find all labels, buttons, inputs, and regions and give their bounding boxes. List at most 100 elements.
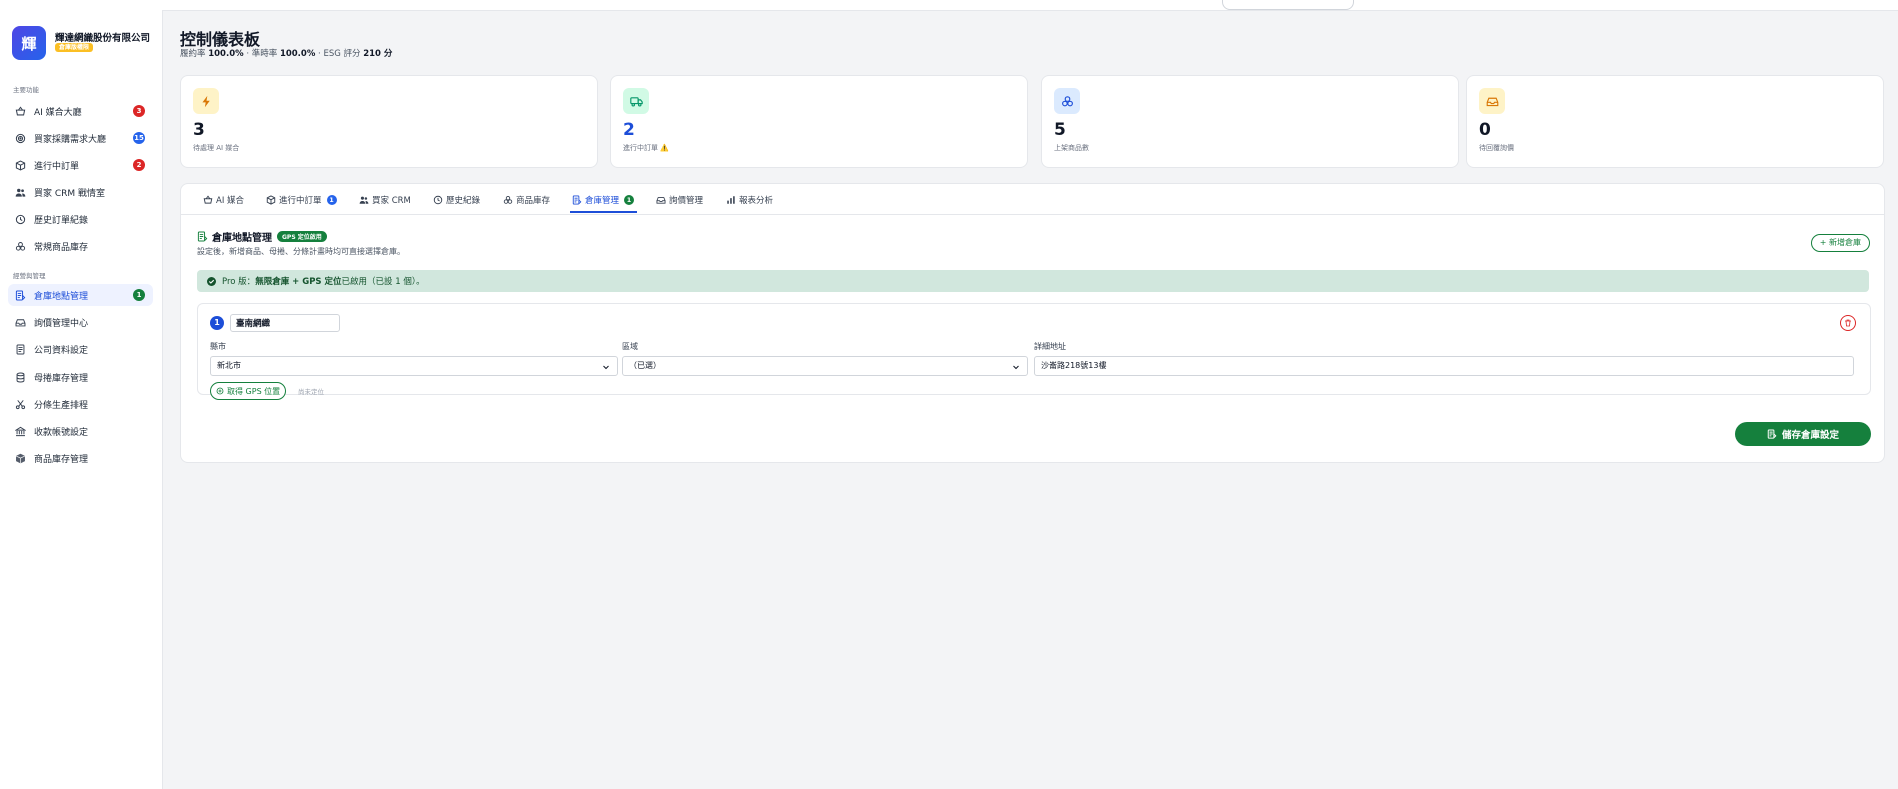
count-badge: 3 xyxy=(133,105,145,117)
stat-card-inquiries[interactable]: 0 待回覆詢價 xyxy=(1466,75,1884,168)
sidebar-item-label: AI 媒合大廳 xyxy=(34,107,82,118)
district-value: （已選） xyxy=(629,361,661,370)
sidebar-item-slitting[interactable]: 分條生產排程 xyxy=(8,393,153,415)
stat-value: 0 xyxy=(1479,120,1491,140)
main-panel: AI 媒合 進行中訂單 1 買家 CRM 歷史紀錄 商品庫存 倉庫管理 1 詢價… xyxy=(180,183,1885,463)
stat-label: 上架商品數 xyxy=(1054,144,1089,152)
sidebar-item-label: 進行中訂單 xyxy=(34,161,80,172)
tab-badge: 1 xyxy=(326,195,337,205)
city-label: 縣市 xyxy=(210,342,226,351)
brand[interactable]: 輝 輝達網織股份有限公司 倉庫版權限 xyxy=(12,26,160,62)
crosshair-icon xyxy=(216,387,224,395)
section-description: 設定後，新增商品、母捲、分條計畫時均可直接選擇倉庫。 xyxy=(197,247,405,256)
tab-label: 買家 CRM xyxy=(372,196,411,206)
delete-warehouse-button[interactable] xyxy=(1840,315,1856,331)
inbox-icon xyxy=(14,316,26,328)
bolt-icon xyxy=(193,88,219,114)
tab-history[interactable]: 歷史紀錄 xyxy=(433,193,480,207)
tab-label: 進行中訂單 xyxy=(279,196,322,206)
sidebar-item-product-stock[interactable]: 商品庫存管理 xyxy=(8,447,153,469)
sidebar-item-active-orders[interactable]: 進行中訂單 2 xyxy=(8,154,153,176)
sidebar-item-regular-stock[interactable]: 常規商品庫存 xyxy=(8,235,153,257)
building-doc-icon xyxy=(14,343,26,355)
stat-label: 待回覆詢價 xyxy=(1479,144,1514,152)
city-select[interactable]: 新北市 xyxy=(210,356,618,376)
sidebar-item-label: 常規商品庫存 xyxy=(34,242,89,253)
chevron-down-icon xyxy=(603,365,609,370)
district-label: 區域 xyxy=(622,342,638,351)
sidebar-item-warehouse[interactable]: 倉庫地點管理 1 xyxy=(8,284,153,306)
stat-card-orders[interactable]: 2 進行中訂單 ⚠️ xyxy=(610,75,1028,168)
warehouse-doc-icon xyxy=(572,195,582,205)
sidebar-item-parent-roll[interactable]: 母捲庫存管理 xyxy=(8,366,153,388)
tab-label: 報表分析 xyxy=(739,196,774,206)
address-input[interactable]: 沙崙路218號13樓 xyxy=(1034,356,1854,376)
stat-card-ai-match[interactable]: 3 待處理 AI 媒合 xyxy=(180,75,598,168)
save-doc-icon xyxy=(1767,429,1777,439)
sidebar-item-history[interactable]: 歷史訂單紀錄 xyxy=(8,208,153,230)
tab-inquiry[interactable]: 詢價管理 xyxy=(656,193,703,207)
sidebar-item-ai-match[interactable]: AI 媒合大廳 3 xyxy=(8,100,153,122)
stat-value: 2 xyxy=(623,120,635,140)
tab-ai-match[interactable]: AI 媒合 xyxy=(203,193,244,207)
tab-badge: 1 xyxy=(624,195,635,205)
gps-badge: GPS 定位啟用 xyxy=(277,231,327,242)
tab-label: 商品庫存 xyxy=(516,196,551,206)
tab-warehouse[interactable]: 倉庫管理 1 xyxy=(572,193,635,207)
tab-label: 倉庫管理 xyxy=(585,196,620,206)
stat-card-products[interactable]: 5 上架商品數 xyxy=(1041,75,1459,168)
tab-label: 歷史紀錄 xyxy=(446,196,481,206)
ontime-label: · 準時率 xyxy=(246,49,278,59)
tab-active-orders[interactable]: 進行中訂單 1 xyxy=(266,193,337,207)
sidebar-item-label: 收款帳號設定 xyxy=(34,427,89,438)
sidebar-item-inquiry[interactable]: 詢價管理中心 xyxy=(8,311,153,333)
clock-icon xyxy=(14,213,26,225)
stat-value: 5 xyxy=(1054,120,1066,140)
tab-crm[interactable]: 買家 CRM xyxy=(359,193,411,207)
scissors-icon xyxy=(14,398,26,410)
section-label-settings: 經營與管理 xyxy=(13,272,46,280)
check-circle-icon xyxy=(207,276,216,286)
count-badge: 2 xyxy=(133,159,145,171)
add-warehouse-button[interactable]: + 新增倉庫 xyxy=(1810,234,1870,252)
save-warehouse-button[interactable]: 儲存倉庫設定 xyxy=(1735,422,1871,446)
sidebar-item-payment[interactable]: 收款帳號設定 xyxy=(8,420,153,442)
box-icon xyxy=(14,159,26,171)
sidebar-item-label: 詢價管理中心 xyxy=(34,318,89,329)
performance-summary: 履約率 100.0% · 準時率 100.0% · ESG 評分 210 分 xyxy=(180,47,392,59)
sidebar-item-label: 買家採購需求大廳 xyxy=(34,134,107,145)
address-label: 詳細地址 xyxy=(1034,342,1066,351)
warehouse-name-input[interactable]: 臺南網織 xyxy=(230,314,340,332)
section-label-main: 主要功能 xyxy=(13,86,39,94)
tab-label: 詢價管理 xyxy=(669,196,704,206)
pro-suffix: 已啟用（已設 1 個）。 xyxy=(341,277,425,287)
warehouse-index: 1 xyxy=(210,316,224,330)
boxes-icon xyxy=(503,195,513,204)
sidebar-item-buyer-demand[interactable]: 買家採購需求大廳 15 xyxy=(8,127,153,149)
bar-chart-icon xyxy=(727,196,735,204)
box-icon xyxy=(266,195,276,205)
sidebar-item-crm[interactable]: 買家 CRM 戰情室 xyxy=(8,181,153,203)
district-select[interactable]: （已選） xyxy=(622,356,1028,376)
users-icon xyxy=(14,186,26,198)
get-gps-button[interactable]: 取得 GPS 位置 xyxy=(210,382,287,400)
sidebar-item-label: 母捲庫存管理 xyxy=(34,373,89,384)
chevron-down-icon xyxy=(1013,365,1019,370)
tab-product-stock[interactable]: 商品庫存 xyxy=(503,193,550,207)
inbox-icon xyxy=(656,197,666,204)
gps-button-label: 取得 GPS 位置 xyxy=(227,386,281,396)
tab-label: AI 媒合 xyxy=(216,196,245,206)
warehouse-doc-icon xyxy=(14,289,26,301)
warehouse-card: 1 臺南網織 縣市 新北市 區域 （已選） 詳細地址 沙崙路218號13樓 取得… xyxy=(197,303,1871,400)
cylinder-icon xyxy=(14,371,26,383)
top-bar xyxy=(0,0,1898,11)
sidebar-item-label: 歷史訂單紀錄 xyxy=(34,215,89,226)
fulfill-label: 履約率 xyxy=(180,49,206,59)
sidebar-item-company[interactable]: 公司資料設定 xyxy=(8,338,153,360)
top-search-pill[interactable] xyxy=(1222,0,1354,10)
truck-icon xyxy=(623,88,649,114)
tab-reports[interactable]: 報表分析 xyxy=(726,193,773,207)
sidebar-item-label: 商品庫存管理 xyxy=(34,454,89,465)
pro-prefix: Pro 版： xyxy=(222,277,256,287)
sidebar-item-label: 倉庫地點管理 xyxy=(34,291,89,302)
